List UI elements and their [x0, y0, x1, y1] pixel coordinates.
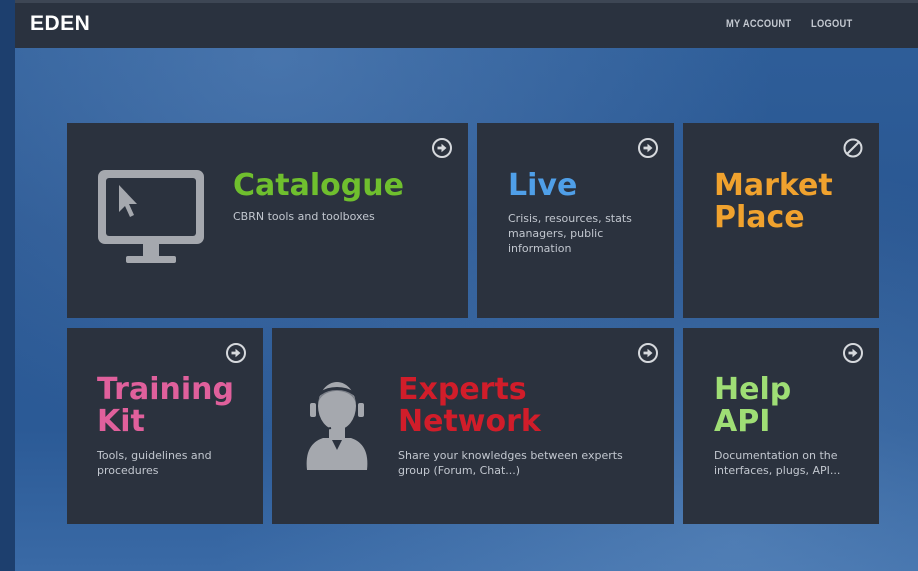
- description-line: Share your knowledges between experts: [398, 449, 623, 462]
- title-line: Help: [714, 372, 792, 407]
- tile-description: Tools, guidelines and procedures: [97, 448, 212, 478]
- tile-description: CBRN tools and toolboxes: [233, 210, 375, 223]
- description-line: Crisis, resources, stats: [508, 212, 632, 225]
- title-line: API: [714, 404, 771, 439]
- my-account-link[interactable]: MY ACCOUNT: [726, 18, 791, 30]
- title-line: Kit: [97, 404, 145, 439]
- tile-description: Share your knowledges between experts gr…: [398, 448, 623, 478]
- tile-title: Experts Network: [398, 374, 541, 438]
- tile-title: Live: [508, 168, 578, 203]
- title-line: Place: [714, 200, 805, 235]
- headset-operator-icon: [306, 382, 368, 470]
- title-line: Network: [398, 404, 541, 439]
- title-line: Market: [714, 168, 833, 203]
- logo[interactable]: EDEN: [30, 12, 90, 36]
- arrow-circle-icon[interactable]: [842, 342, 864, 364]
- description-line: procedures: [97, 464, 159, 477]
- top-navbar: EDEN MY ACCOUNT LOGOUT: [15, 0, 918, 48]
- arrow-circle-icon[interactable]: [637, 342, 659, 364]
- tile-description: Crisis, resources, stats managers, publi…: [508, 211, 632, 256]
- arrow-circle-icon[interactable]: [225, 342, 247, 364]
- tile-training-kit[interactable]: Training Kit Tools, guidelines and proce…: [67, 328, 263, 524]
- description-line: Tools, guidelines and: [97, 449, 212, 462]
- title-line: Experts: [398, 372, 527, 407]
- logout-link[interactable]: LOGOUT: [811, 18, 853, 30]
- description-line: Documentation on the: [714, 449, 838, 462]
- tile-description: Documentation on the interfaces, plugs, …: [714, 448, 840, 478]
- tile-help-api[interactable]: Help API Documentation on the interfaces…: [683, 328, 879, 524]
- tile-title: Market Place: [714, 170, 833, 234]
- tile-title: Training Kit: [97, 374, 234, 438]
- description-line: managers, public: [508, 227, 604, 240]
- tile-experts-network[interactable]: Experts Network Share your knowledges be…: [272, 328, 674, 524]
- description-line: information: [508, 242, 572, 255]
- title-line: Training: [97, 372, 234, 407]
- disabled-circle-icon: [843, 138, 863, 158]
- monitor-cursor-icon: [98, 170, 204, 263]
- description-line: group (Forum, Chat...): [398, 464, 521, 477]
- arrow-circle-icon[interactable]: [431, 137, 453, 159]
- tile-title: Catalogue: [233, 168, 404, 203]
- tile-live[interactable]: Live Crisis, resources, stats managers, …: [477, 123, 674, 318]
- page-left-edge: [0, 0, 15, 571]
- tile-catalogue[interactable]: Catalogue CBRN tools and toolboxes: [67, 123, 468, 318]
- arrow-circle-icon[interactable]: [637, 137, 659, 159]
- tile-market-place[interactable]: Market Place: [683, 123, 879, 318]
- description-line: interfaces, plugs, API...: [714, 464, 841, 477]
- tile-title: Help API: [714, 374, 791, 438]
